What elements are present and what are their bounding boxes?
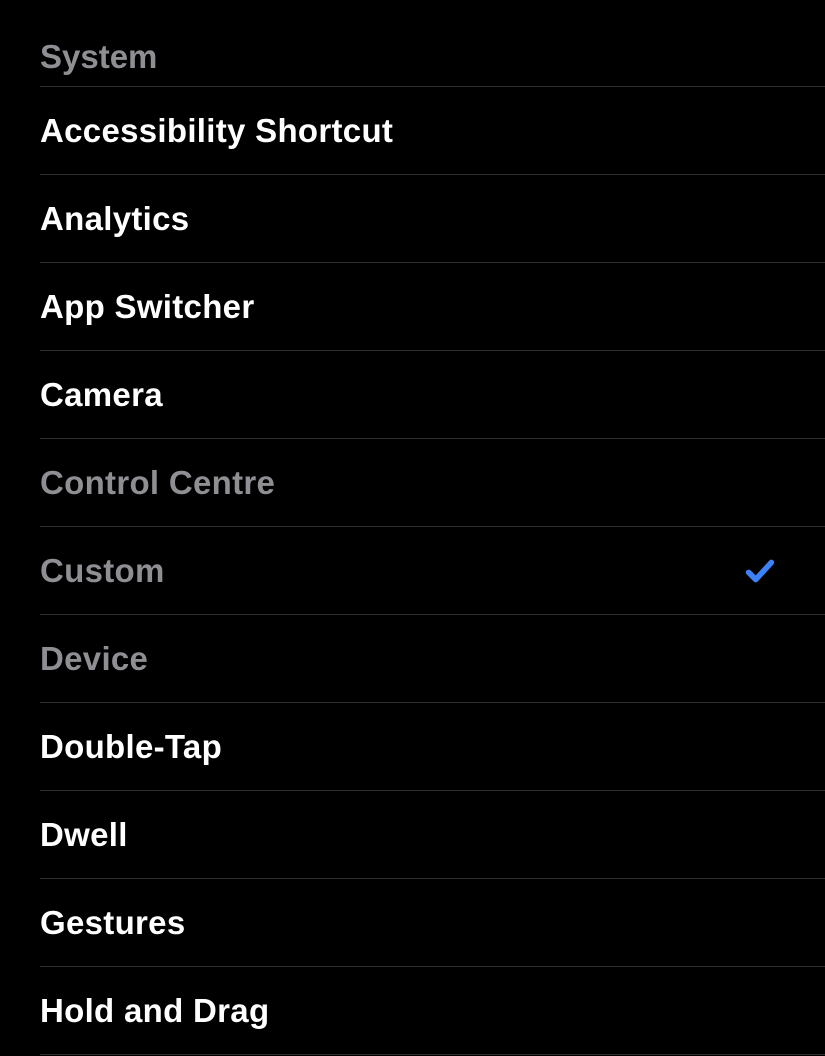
list-item-label: Device: [40, 640, 148, 678]
section-header-system: System: [40, 38, 825, 86]
list-item-label: App Switcher: [40, 288, 254, 326]
list-item-label: Camera: [40, 376, 163, 414]
list-item-label: Custom: [40, 552, 165, 590]
list-item-label: Accessibility Shortcut: [40, 112, 393, 150]
list-item-gestures[interactable]: Gestures: [40, 879, 825, 967]
list-item-custom[interactable]: Custom: [40, 527, 825, 615]
list-item-label: Gestures: [40, 904, 185, 942]
list-item-hold-and-drag[interactable]: Hold and Drag: [40, 967, 825, 1055]
list-item-analytics[interactable]: Analytics: [40, 175, 825, 263]
list-item-device[interactable]: Device: [40, 615, 825, 703]
list-item-control-centre[interactable]: Control Centre: [40, 439, 825, 527]
list-item-double-tap[interactable]: Double-Tap: [40, 703, 825, 791]
list-item-label: Analytics: [40, 200, 189, 238]
list-item-app-switcher[interactable]: App Switcher: [40, 263, 825, 351]
list-item-dwell[interactable]: Dwell: [40, 791, 825, 879]
list-item-label: Hold and Drag: [40, 992, 269, 1030]
list-item-label: Control Centre: [40, 464, 275, 502]
list-item-label: Double-Tap: [40, 728, 222, 766]
list-item-label: Dwell: [40, 816, 128, 854]
list-item-accessibility-shortcut[interactable]: Accessibility Shortcut: [40, 87, 825, 175]
checkmark-icon: [743, 554, 777, 588]
list-item-camera[interactable]: Camera: [40, 351, 825, 439]
